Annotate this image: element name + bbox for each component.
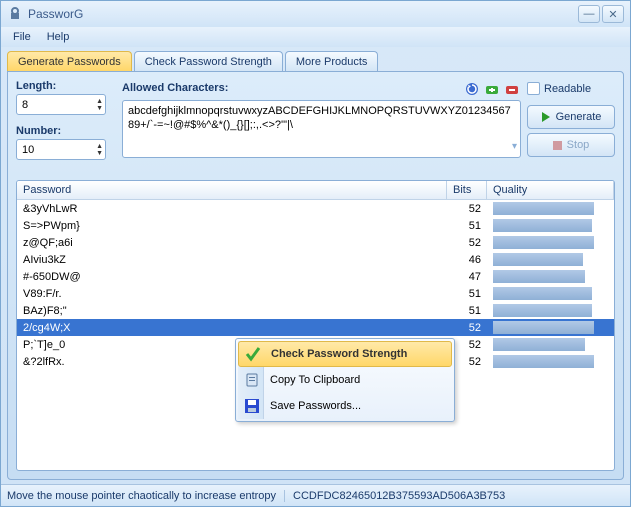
checkbox-icon bbox=[527, 82, 540, 95]
table-row[interactable]: z@QF;a6i52 bbox=[17, 234, 614, 251]
cell-password: #-650DW@ bbox=[17, 271, 447, 283]
quality-bar bbox=[493, 355, 594, 368]
tab-more-products[interactable]: More Products bbox=[285, 51, 379, 71]
number-stepper[interactable]: 10 ▲▼ bbox=[16, 139, 106, 160]
cell-quality bbox=[487, 355, 614, 368]
cell-quality bbox=[487, 219, 614, 232]
close-button[interactable]: ✕ bbox=[602, 5, 624, 23]
cell-bits: 51 bbox=[447, 288, 487, 300]
cell-quality bbox=[487, 236, 614, 249]
stop-button[interactable]: Stop bbox=[527, 133, 615, 157]
clipboard-icon bbox=[243, 371, 261, 389]
cell-quality bbox=[487, 304, 614, 317]
header-password[interactable]: Password bbox=[17, 181, 447, 199]
quality-bar bbox=[493, 304, 592, 317]
number-value: 10 bbox=[22, 144, 96, 156]
table-row[interactable]: BAz)F8;"51 bbox=[17, 302, 614, 319]
cell-quality bbox=[487, 338, 614, 351]
quality-bar bbox=[493, 219, 592, 232]
cell-quality bbox=[487, 270, 614, 283]
context-copy[interactable]: Copy To Clipboard bbox=[238, 367, 452, 393]
cell-password: 2/cg4W;X bbox=[17, 322, 447, 334]
header-bits[interactable]: Bits bbox=[447, 181, 487, 199]
context-check-strength[interactable]: Check Password Strength bbox=[238, 341, 452, 367]
generate-button[interactable]: Generate bbox=[527, 105, 615, 129]
table-row[interactable]: #-650DW@47 bbox=[17, 268, 614, 285]
cell-password: BAz)F8;" bbox=[17, 305, 447, 317]
quality-bar bbox=[493, 338, 585, 351]
table-row[interactable]: S=>PWpm}51 bbox=[17, 217, 614, 234]
allowed-characters-input[interactable]: abcdefghijklmnopqrstuvwxyzABCDEFGHIJKLMN… bbox=[122, 100, 521, 158]
readable-checkbox[interactable]: Readable bbox=[527, 82, 615, 95]
refresh-icon[interactable] bbox=[463, 80, 481, 98]
length-stepper[interactable]: 8 ▲▼ bbox=[16, 94, 106, 115]
main-panel: Length: 8 ▲▼ Number: 10 ▲▼ Allowed Chara… bbox=[7, 71, 624, 480]
cell-password: V89:F/r. bbox=[17, 288, 447, 300]
tab-check-strength[interactable]: Check Password Strength bbox=[134, 51, 283, 71]
table-row[interactable]: AIviu3kZ46 bbox=[17, 251, 614, 268]
quality-bar bbox=[493, 253, 583, 266]
readable-label: Readable bbox=[544, 83, 591, 95]
number-up[interactable]: ▲ bbox=[96, 143, 103, 150]
allowed-label: Allowed Characters: bbox=[122, 82, 461, 94]
number-down[interactable]: ▼ bbox=[96, 150, 103, 157]
context-save[interactable]: Save Passwords... bbox=[238, 393, 452, 419]
menu-help[interactable]: Help bbox=[39, 29, 78, 45]
cell-quality bbox=[487, 321, 614, 334]
table-row[interactable]: &3yVhLwR52 bbox=[17, 200, 614, 217]
status-message: Move the mouse pointer chaotically to in… bbox=[7, 490, 285, 502]
cell-password: AIviu3kZ bbox=[17, 254, 447, 266]
cell-quality bbox=[487, 253, 614, 266]
menu-file[interactable]: File bbox=[5, 29, 39, 45]
cell-bits: 47 bbox=[447, 271, 487, 283]
cell-quality bbox=[487, 287, 614, 300]
tab-generate[interactable]: Generate Passwords bbox=[7, 51, 132, 71]
length-label: Length: bbox=[16, 80, 116, 92]
add-icon[interactable] bbox=[483, 80, 501, 98]
check-icon bbox=[244, 345, 262, 363]
length-up[interactable]: ▲ bbox=[96, 98, 103, 105]
titlebar[interactable]: PassworG — ✕ bbox=[1, 1, 630, 27]
cell-bits: 46 bbox=[447, 254, 487, 266]
status-bar: Move the mouse pointer chaotically to in… bbox=[1, 484, 630, 506]
table-row[interactable]: 2/cg4W;X52 bbox=[17, 319, 614, 336]
tab-strip: Generate Passwords Check Password Streng… bbox=[1, 51, 630, 71]
menubar: File Help bbox=[1, 27, 630, 47]
context-menu: Check Password Strength Copy To Clipboar… bbox=[235, 338, 455, 422]
length-down[interactable]: ▼ bbox=[96, 105, 103, 112]
cell-bits: 52 bbox=[447, 322, 487, 334]
window-title: PassworG bbox=[28, 7, 576, 21]
play-icon bbox=[541, 112, 551, 122]
cell-bits: 51 bbox=[447, 305, 487, 317]
stop-icon bbox=[553, 141, 562, 150]
quality-bar bbox=[493, 270, 585, 283]
cell-bits: 52 bbox=[447, 237, 487, 249]
quality-bar bbox=[493, 202, 594, 215]
length-value: 8 bbox=[22, 99, 96, 111]
table-header: Password Bits Quality bbox=[17, 181, 614, 200]
remove-icon[interactable] bbox=[503, 80, 521, 98]
allowed-characters-text: abcdefghijklmnopqrstuvwxyzABCDEFGHIJKLMN… bbox=[128, 105, 511, 131]
number-label: Number: bbox=[16, 125, 116, 137]
quality-bar bbox=[493, 287, 592, 300]
application-window: PassworG — ✕ File Help Generate Password… bbox=[0, 0, 631, 507]
quality-bar bbox=[493, 321, 594, 334]
cell-quality bbox=[487, 202, 614, 215]
cell-password: z@QF;a6i bbox=[17, 237, 447, 249]
minimize-button[interactable]: — bbox=[578, 5, 600, 23]
app-icon bbox=[7, 6, 23, 22]
password-table: Password Bits Quality &3yVhLwR52S=>PWpm}… bbox=[16, 180, 615, 471]
cell-bits: 52 bbox=[447, 203, 487, 215]
cell-password: &3yVhLwR bbox=[17, 203, 447, 215]
cell-password: S=>PWpm} bbox=[17, 220, 447, 232]
status-hash: CCDFDC82465012B375593AD506A3B753 bbox=[285, 490, 505, 502]
cell-bits: 51 bbox=[447, 220, 487, 232]
header-quality[interactable]: Quality bbox=[487, 181, 614, 199]
quality-bar bbox=[493, 236, 594, 249]
textarea-scroll-icon[interactable]: ▾ bbox=[512, 140, 517, 154]
save-icon bbox=[243, 397, 261, 415]
table-row[interactable]: V89:F/r.51 bbox=[17, 285, 614, 302]
settings-row: Length: 8 ▲▼ Number: 10 ▲▼ Allowed Chara… bbox=[16, 80, 615, 170]
